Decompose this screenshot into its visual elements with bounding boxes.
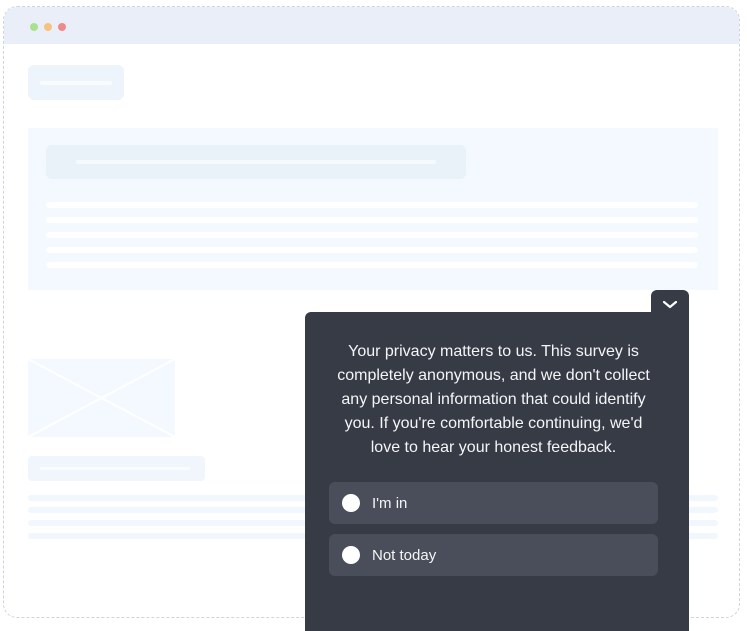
window-control-green[interactable] [30,23,38,31]
hero-text-line [46,262,698,268]
survey-option-not-today[interactable]: Not today [329,534,658,576]
hero-text-line [46,217,698,223]
subtitle-placeholder [28,456,205,481]
radio-circle-icon[interactable] [342,494,360,512]
hero-text-line [46,232,698,238]
hero-text-line [46,247,698,253]
hero-title-placeholder [46,145,466,179]
survey-option-label: Not today [372,546,437,564]
image-placeholder-icon [27,358,176,438]
survey-option-im-in[interactable]: I'm in [329,482,658,524]
logo-placeholder [28,65,124,100]
window-control-yellow[interactable] [44,23,52,31]
image-placeholder [27,358,176,438]
survey-panel: Your privacy matters to us. This survey … [305,312,689,631]
hero-placeholder [28,128,718,290]
survey-option-label: I'm in [372,494,408,512]
window-control-red[interactable] [58,23,66,31]
hero-text-line [46,202,698,208]
survey-message: Your privacy matters to us. This survey … [337,343,650,456]
window-titlebar [4,7,739,44]
radio-circle-icon[interactable] [342,546,360,564]
chevron-down-icon [662,300,678,309]
